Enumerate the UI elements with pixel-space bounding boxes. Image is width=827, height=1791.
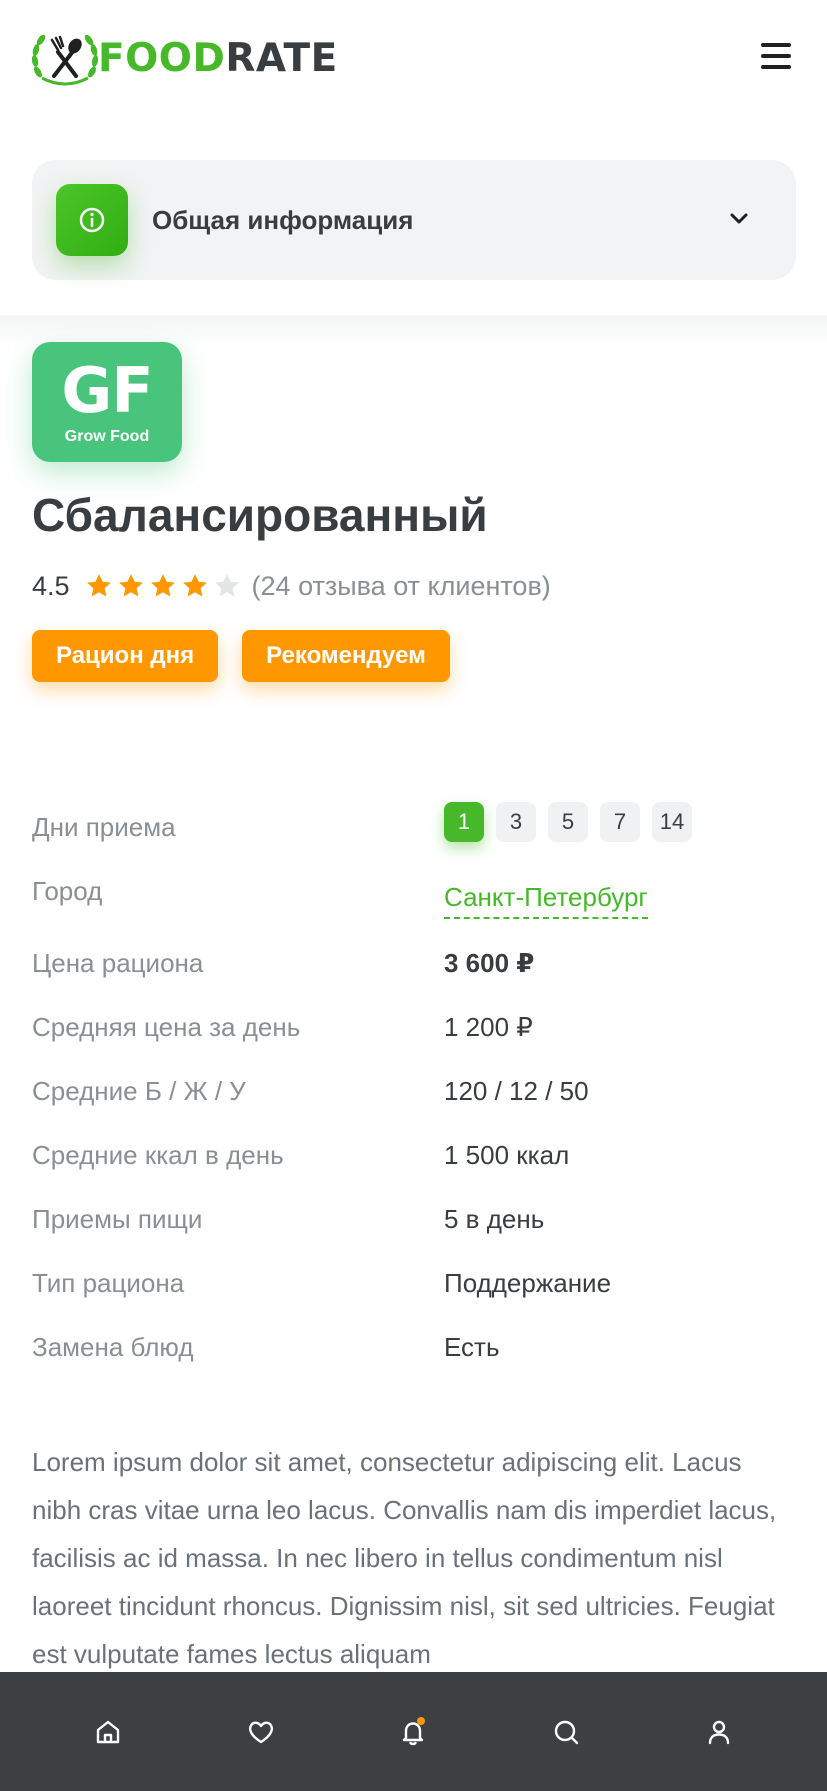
logo-wordmark: FOODRATE (98, 36, 338, 81)
nav-notifications[interactable] (383, 1702, 443, 1762)
day-option-1[interactable]: 1 (444, 802, 484, 842)
kcal-label: Средние ккал в день (32, 1140, 284, 1170)
fork-spoon-wreath-icon (31, 34, 99, 86)
city-label: Город (32, 876, 103, 906)
price-label: Цена рациона (32, 948, 204, 978)
nav-search[interactable] (536, 1702, 596, 1762)
rating-stars (84, 571, 244, 601)
day-option-5[interactable]: 5 (548, 802, 588, 842)
logo-food-text: FOOD (98, 35, 226, 81)
accordion-title: Общая информация (152, 204, 414, 235)
user-icon (708, 1720, 729, 1744)
day-option-3[interactable]: 3 (496, 802, 536, 842)
logo-rate-text: RATE (225, 35, 338, 81)
price-value: 3 600 ₽ (444, 948, 535, 978)
star-filled-icon (182, 574, 207, 597)
replace-value: Есть (444, 1332, 500, 1362)
star-empty-icon (214, 574, 239, 597)
rating-row: 4.5 (24 отзыва от клиентов) (32, 568, 551, 604)
heart-icon (248, 1721, 273, 1743)
type-label: Тип рациона (32, 1268, 185, 1298)
general-info-accordion[interactable]: Общая информация (32, 160, 796, 280)
nav-profile[interactable] (689, 1702, 749, 1762)
meals-label: Приемы пищи (32, 1204, 203, 1234)
brand-name: Grow Food (64, 428, 150, 445)
bju-value: 120 / 12 / 50 (444, 1076, 589, 1106)
header: FOODRATE (0, 0, 827, 120)
meals-value: 5 в день (444, 1204, 545, 1234)
badge-ration-of-day: Рацион дня (32, 630, 219, 682)
day-option-14[interactable]: 14 (652, 802, 692, 842)
avg-price-value: 1 200 ₽ (444, 1012, 533, 1042)
reviews-link[interactable]: (24 отзыва от клиентов) (252, 571, 551, 602)
brand-abbr: GF (61, 354, 153, 427)
replace-label: Замена блюд (32, 1332, 194, 1362)
days-selector: 1 3 5 7 14 (444, 802, 704, 842)
city-link[interactable]: Санкт-Петербург (444, 882, 648, 919)
description-text: Lorem ipsum dolor sit amet, consectetur … (32, 1447, 777, 1669)
home-icon (97, 1720, 120, 1743)
search-icon (554, 1720, 579, 1744)
star-filled-icon (118, 574, 143, 597)
badge-recommended: Рекомендуем (242, 630, 450, 682)
info-icon (56, 184, 128, 256)
foodrate-logo[interactable]: FOODRATE (30, 28, 338, 88)
bju-label: Средние Б / Ж / У (32, 1076, 246, 1106)
section-divider (0, 315, 827, 345)
bottom-nav (0, 1672, 827, 1791)
avg-price-label: Средняя цена за день (32, 1012, 301, 1042)
day-option-7[interactable]: 7 (600, 802, 640, 842)
nav-favorites[interactable] (231, 1702, 291, 1762)
brand-logo[interactable]: GF Grow Food (32, 342, 182, 462)
rating-value: 4.5 (32, 570, 70, 601)
badges: Рацион дня Рекомендуем (32, 630, 474, 682)
chevron-down-icon (730, 213, 748, 224)
type-value: Поддержание (444, 1268, 612, 1298)
star-filled-icon (150, 574, 175, 597)
kcal-value: 1 500 ккал (444, 1140, 570, 1170)
star-filled-icon (86, 574, 111, 597)
hamburger-menu-icon[interactable] (761, 43, 791, 73)
days-label: Дни приема (32, 812, 176, 842)
product-title: Сбалансированный (32, 489, 488, 541)
nav-home[interactable] (78, 1702, 138, 1762)
